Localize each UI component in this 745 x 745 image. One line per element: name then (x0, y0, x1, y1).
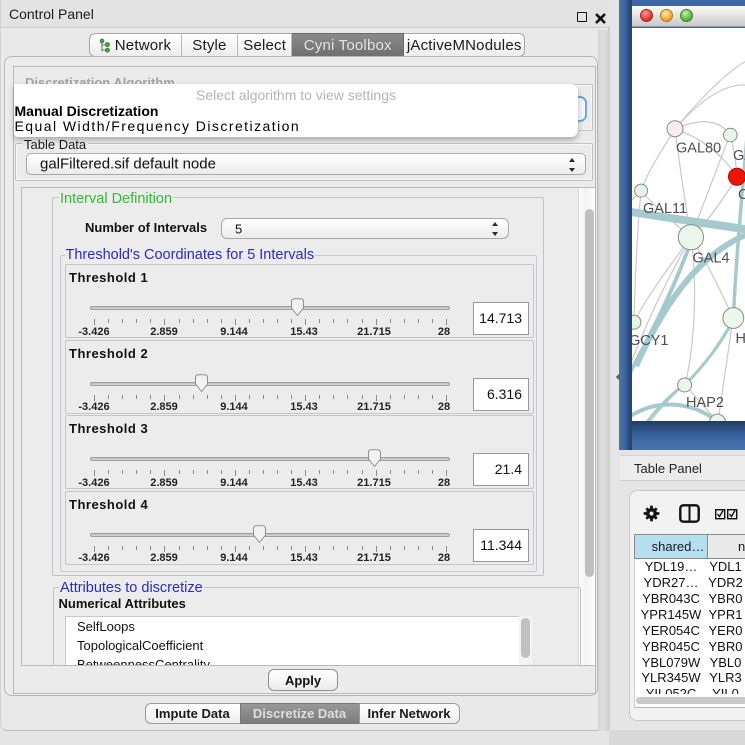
svg-text:GAL80: GAL80 (676, 141, 721, 157)
svg-text:GAL4: GAL4 (693, 251, 730, 267)
svg-text:CY: CY (738, 187, 745, 203)
svg-text:GAL11: GAL11 (643, 201, 687, 217)
svg-text:HAP2: HAP2 (686, 395, 724, 411)
svg-text:HI: HI (736, 331, 745, 347)
svg-text:GA: GA (733, 148, 745, 164)
svg-text:GCY1: GCY1 (632, 333, 669, 349)
